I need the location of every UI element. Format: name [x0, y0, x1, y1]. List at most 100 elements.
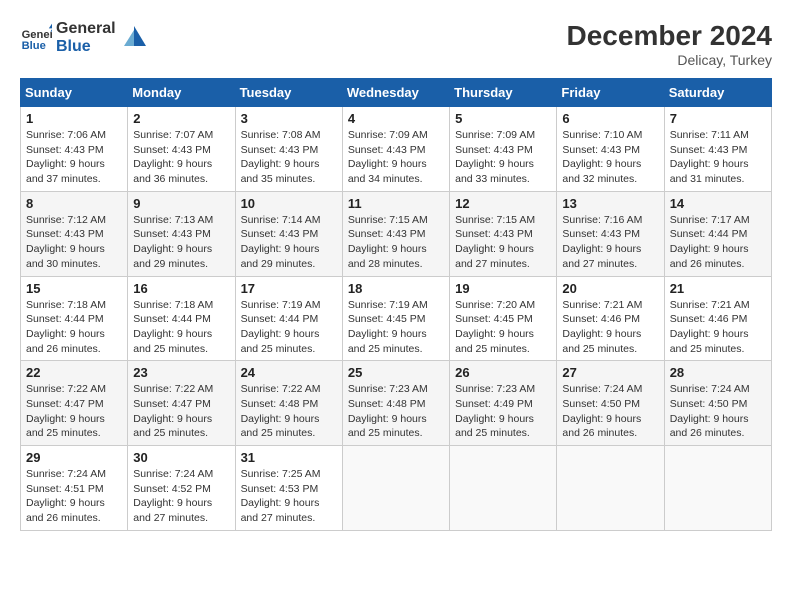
day-number: 10 [241, 196, 337, 211]
day-number: 12 [455, 196, 551, 211]
calendar-cell: 14 Sunrise: 7:17 AM Sunset: 4:44 PM Dayl… [664, 191, 771, 276]
day-detail: Sunrise: 7:21 AM Sunset: 4:46 PM Dayligh… [670, 298, 766, 357]
day-detail: Sunrise: 7:06 AM Sunset: 4:43 PM Dayligh… [26, 128, 122, 187]
calendar-cell: 9 Sunrise: 7:13 AM Sunset: 4:43 PM Dayli… [128, 191, 235, 276]
calendar-header-thursday: Thursday [450, 79, 557, 107]
day-detail: Sunrise: 7:16 AM Sunset: 4:43 PM Dayligh… [562, 213, 658, 272]
day-number: 20 [562, 281, 658, 296]
day-detail: Sunrise: 7:24 AM Sunset: 4:51 PM Dayligh… [26, 467, 122, 526]
calendar-table: SundayMondayTuesdayWednesdayThursdayFrid… [20, 78, 772, 531]
calendar-week-row: 15 Sunrise: 7:18 AM Sunset: 4:44 PM Dayl… [21, 276, 772, 361]
calendar-cell: 29 Sunrise: 7:24 AM Sunset: 4:51 PM Dayl… [21, 446, 128, 531]
day-detail: Sunrise: 7:19 AM Sunset: 4:44 PM Dayligh… [241, 298, 337, 357]
day-number: 21 [670, 281, 766, 296]
day-number: 29 [26, 450, 122, 465]
day-number: 18 [348, 281, 444, 296]
calendar-cell: 12 Sunrise: 7:15 AM Sunset: 4:43 PM Dayl… [450, 191, 557, 276]
calendar-cell: 16 Sunrise: 7:18 AM Sunset: 4:44 PM Dayl… [128, 276, 235, 361]
calendar-cell: 4 Sunrise: 7:09 AM Sunset: 4:43 PM Dayli… [342, 107, 449, 192]
calendar-header-saturday: Saturday [664, 79, 771, 107]
day-number: 28 [670, 365, 766, 380]
day-detail: Sunrise: 7:10 AM Sunset: 4:43 PM Dayligh… [562, 128, 658, 187]
day-number: 19 [455, 281, 551, 296]
month-year-title: December 2024 [567, 20, 772, 52]
day-detail: Sunrise: 7:09 AM Sunset: 4:43 PM Dayligh… [455, 128, 551, 187]
day-detail: Sunrise: 7:09 AM Sunset: 4:43 PM Dayligh… [348, 128, 444, 187]
day-number: 8 [26, 196, 122, 211]
logo-blue: Blue [56, 38, 116, 56]
calendar-header-row: SundayMondayTuesdayWednesdayThursdayFrid… [21, 79, 772, 107]
day-number: 25 [348, 365, 444, 380]
location-subtitle: Delicay, Turkey [567, 52, 772, 68]
day-number: 24 [241, 365, 337, 380]
calendar-cell: 21 Sunrise: 7:21 AM Sunset: 4:46 PM Dayl… [664, 276, 771, 361]
day-number: 23 [133, 365, 229, 380]
calendar-cell: 3 Sunrise: 7:08 AM Sunset: 4:43 PM Dayli… [235, 107, 342, 192]
day-detail: Sunrise: 7:11 AM Sunset: 4:43 PM Dayligh… [670, 128, 766, 187]
day-number: 9 [133, 196, 229, 211]
day-detail: Sunrise: 7:15 AM Sunset: 4:43 PM Dayligh… [455, 213, 551, 272]
day-detail: Sunrise: 7:18 AM Sunset: 4:44 PM Dayligh… [133, 298, 229, 357]
calendar-cell: 23 Sunrise: 7:22 AM Sunset: 4:47 PM Dayl… [128, 361, 235, 446]
calendar-cell: 2 Sunrise: 7:07 AM Sunset: 4:43 PM Dayli… [128, 107, 235, 192]
calendar-week-row: 29 Sunrise: 7:24 AM Sunset: 4:51 PM Dayl… [21, 446, 772, 531]
calendar-cell: 19 Sunrise: 7:20 AM Sunset: 4:45 PM Dayl… [450, 276, 557, 361]
day-number: 3 [241, 111, 337, 126]
calendar-week-row: 1 Sunrise: 7:06 AM Sunset: 4:43 PM Dayli… [21, 107, 772, 192]
logo-sail-icon [120, 24, 148, 52]
day-detail: Sunrise: 7:23 AM Sunset: 4:48 PM Dayligh… [348, 382, 444, 441]
day-number: 11 [348, 196, 444, 211]
calendar-cell: 5 Sunrise: 7:09 AM Sunset: 4:43 PM Dayli… [450, 107, 557, 192]
calendar-cell: 30 Sunrise: 7:24 AM Sunset: 4:52 PM Dayl… [128, 446, 235, 531]
calendar-cell: 8 Sunrise: 7:12 AM Sunset: 4:43 PM Dayli… [21, 191, 128, 276]
day-number: 14 [670, 196, 766, 211]
day-detail: Sunrise: 7:24 AM Sunset: 4:52 PM Dayligh… [133, 467, 229, 526]
day-number: 15 [26, 281, 122, 296]
day-detail: Sunrise: 7:20 AM Sunset: 4:45 PM Dayligh… [455, 298, 551, 357]
calendar-cell: 6 Sunrise: 7:10 AM Sunset: 4:43 PM Dayli… [557, 107, 664, 192]
calendar-cell [557, 446, 664, 531]
calendar-cell: 22 Sunrise: 7:22 AM Sunset: 4:47 PM Dayl… [21, 361, 128, 446]
page-header: General Blue General Blue December 2024 … [20, 20, 772, 68]
calendar-cell: 7 Sunrise: 7:11 AM Sunset: 4:43 PM Dayli… [664, 107, 771, 192]
day-detail: Sunrise: 7:17 AM Sunset: 4:44 PM Dayligh… [670, 213, 766, 272]
day-number: 5 [455, 111, 551, 126]
calendar-cell: 24 Sunrise: 7:22 AM Sunset: 4:48 PM Dayl… [235, 361, 342, 446]
svg-text:Blue: Blue [22, 40, 46, 52]
day-detail: Sunrise: 7:24 AM Sunset: 4:50 PM Dayligh… [670, 382, 766, 441]
logo: General Blue General Blue [20, 20, 148, 55]
logo-icon: General Blue [20, 22, 52, 54]
calendar-cell: 25 Sunrise: 7:23 AM Sunset: 4:48 PM Dayl… [342, 361, 449, 446]
day-number: 16 [133, 281, 229, 296]
day-number: 6 [562, 111, 658, 126]
day-detail: Sunrise: 7:18 AM Sunset: 4:44 PM Dayligh… [26, 298, 122, 357]
day-number: 30 [133, 450, 229, 465]
day-detail: Sunrise: 7:15 AM Sunset: 4:43 PM Dayligh… [348, 213, 444, 272]
calendar-cell [664, 446, 771, 531]
calendar-header-sunday: Sunday [21, 79, 128, 107]
calendar-cell [450, 446, 557, 531]
calendar-cell: 13 Sunrise: 7:16 AM Sunset: 4:43 PM Dayl… [557, 191, 664, 276]
calendar-header-wednesday: Wednesday [342, 79, 449, 107]
day-detail: Sunrise: 7:24 AM Sunset: 4:50 PM Dayligh… [562, 382, 658, 441]
day-detail: Sunrise: 7:22 AM Sunset: 4:48 PM Dayligh… [241, 382, 337, 441]
day-number: 31 [241, 450, 337, 465]
day-detail: Sunrise: 7:19 AM Sunset: 4:45 PM Dayligh… [348, 298, 444, 357]
calendar-header-tuesday: Tuesday [235, 79, 342, 107]
calendar-cell [342, 446, 449, 531]
day-detail: Sunrise: 7:12 AM Sunset: 4:43 PM Dayligh… [26, 213, 122, 272]
svg-text:General: General [22, 29, 52, 41]
logo-general: General [56, 20, 116, 38]
day-number: 7 [670, 111, 766, 126]
day-detail: Sunrise: 7:23 AM Sunset: 4:49 PM Dayligh… [455, 382, 551, 441]
calendar-cell: 20 Sunrise: 7:21 AM Sunset: 4:46 PM Dayl… [557, 276, 664, 361]
day-number: 17 [241, 281, 337, 296]
calendar-cell: 15 Sunrise: 7:18 AM Sunset: 4:44 PM Dayl… [21, 276, 128, 361]
day-detail: Sunrise: 7:22 AM Sunset: 4:47 PM Dayligh… [133, 382, 229, 441]
title-block: December 2024 Delicay, Turkey [567, 20, 772, 68]
calendar-cell: 1 Sunrise: 7:06 AM Sunset: 4:43 PM Dayli… [21, 107, 128, 192]
calendar-cell: 26 Sunrise: 7:23 AM Sunset: 4:49 PM Dayl… [450, 361, 557, 446]
day-number: 1 [26, 111, 122, 126]
day-number: 2 [133, 111, 229, 126]
calendar-week-row: 8 Sunrise: 7:12 AM Sunset: 4:43 PM Dayli… [21, 191, 772, 276]
